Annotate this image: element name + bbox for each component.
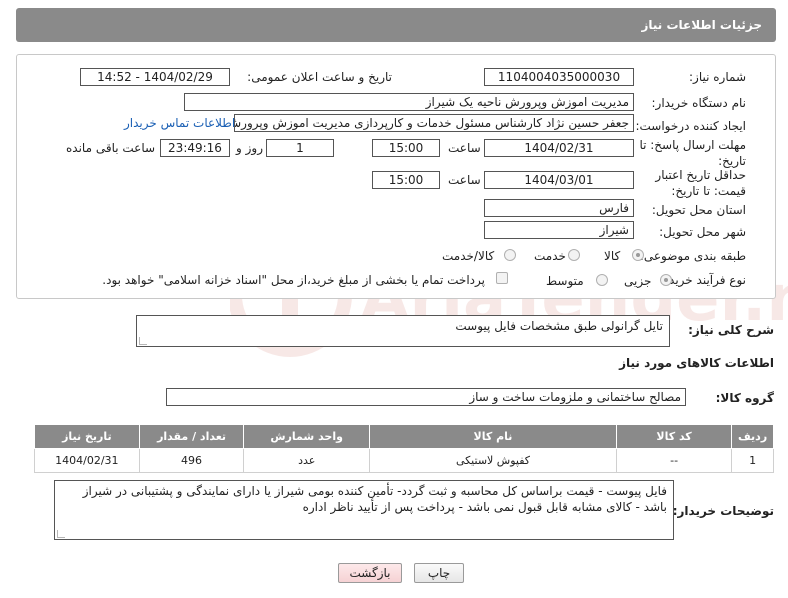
page-header: جزئیات اطلاعات نیاز (16, 8, 776, 42)
price-validity-time-field[interactable]: 15:00 (372, 171, 440, 189)
description-textarea[interactable]: تایل گرانولی طبق مشخصات فایل پیوست (136, 315, 670, 347)
cell-code: -- (615, 448, 733, 473)
goods-table: ردیف کد کالا نام کالا واحد شمارش تعداد /… (34, 424, 774, 473)
requester-label: ایجاد کننده درخواست: (635, 119, 746, 133)
treasury-payment-checkbox[interactable] (496, 272, 508, 284)
deadline-date-field[interactable]: 1404/02/31 (484, 139, 634, 157)
city-label: شهر محل تحویل: (659, 225, 746, 239)
category-option-service: خدمت (534, 249, 566, 263)
goods-info-title: اطلاعات کالاهای مورد نیاز (619, 356, 774, 370)
process-radio-medium[interactable] (596, 274, 608, 286)
col-date: تاریخ نیاز (34, 424, 140, 449)
cell-unit: عدد (243, 448, 370, 473)
deadline-label: مهلت ارسال پاسخ: تا تاریخ: (639, 138, 746, 168)
need-number-label: شماره نیاز: (689, 70, 746, 84)
remaining-time-label: ساعت باقی مانده (66, 141, 156, 155)
page-title: جزئیات اطلاعات نیاز (641, 18, 762, 32)
goods-group-label: گروه کالا: (715, 391, 774, 405)
category-option-goods-service: کالا/خدمت (442, 249, 495, 263)
need-number-field[interactable]: 1104004035000030 (484, 68, 634, 86)
description-label: شرح کلی نیاز: (688, 323, 774, 337)
description-text: تایل گرانولی طبق مشخصات فایل پیوست (455, 319, 663, 333)
col-qty: تعداد / مقدار (138, 424, 245, 449)
category-option-goods: کالا (604, 249, 621, 263)
province-field[interactable]: فارس (484, 199, 634, 217)
announce-date-field[interactable]: 1404/02/29 - 14:52 (80, 68, 230, 86)
back-button[interactable]: بازگشت (338, 563, 402, 583)
resize-grip-icon[interactable] (57, 530, 65, 538)
buyer-notes-textarea[interactable]: فایل پیوست - قیمت براساس کل محاسبه و ثبت… (54, 480, 674, 540)
col-row: ردیف (731, 424, 774, 449)
process-option-minor: جزیی (624, 274, 652, 288)
deadline-time-field[interactable]: 15:00 (372, 139, 440, 157)
cell-date: 1404/02/31 (34, 448, 140, 473)
days-label: روز و (236, 141, 263, 155)
col-code: کد کالا (615, 424, 733, 449)
cell-row: 1 (731, 448, 774, 473)
requester-field[interactable]: جعفر حسین نژاد کارشناس مسئول خدمات و کار… (234, 114, 634, 132)
announce-date-label: تاریخ و ساعت اعلان عمومی: (247, 70, 392, 84)
treasury-payment-note: پرداخت تمام یا بخشی از مبلغ خرید،از محل … (102, 273, 485, 287)
goods-group-field[interactable]: مصالح ساختمانی و ملزومات ساخت و ساز (166, 388, 686, 406)
remaining-time-field[interactable]: 23:49:16 (160, 139, 230, 157)
buyer-org-field[interactable]: مدیریت اموزش وپرورش ناحیه یک شیراز (184, 93, 634, 111)
table-row[interactable]: 1 -- کفپوش لاستیکی عدد 496 1404/02/31 (34, 448, 774, 473)
col-unit: واحد شمارش (243, 424, 370, 449)
category-radio-service[interactable] (568, 249, 580, 261)
category-label: طبقه بندی موضوعی: (639, 249, 746, 263)
goods-table-header: ردیف کد کالا نام کالا واحد شمارش تعداد /… (34, 424, 774, 449)
category-radio-goods[interactable] (632, 249, 644, 261)
price-validity-time-label: ساعت (448, 173, 481, 187)
col-name: نام کالا (368, 424, 618, 449)
cell-qty: 496 (138, 448, 245, 473)
cell-name: کفپوش لاستیکی (368, 448, 618, 473)
process-radio-minor[interactable] (660, 274, 672, 286)
purchase-process-label: نوع فرآیند خرید : (661, 273, 746, 287)
price-validity-label: حداقل تاریخ اعتبار قیمت: تا تاریخ: (655, 168, 746, 198)
buyer-contact-link[interactable]: اطلاعات تماس خریدار (124, 116, 235, 130)
province-label: استان محل تحویل: (651, 203, 746, 217)
category-radio-goods-service[interactable] (504, 249, 516, 261)
price-validity-date-field[interactable]: 1404/03/01 (484, 171, 634, 189)
deadline-days-field[interactable]: 1 (266, 139, 334, 157)
process-option-medium: متوسط (546, 274, 584, 288)
deadline-time-label: ساعت (448, 141, 481, 155)
print-button[interactable]: چاپ (414, 563, 464, 583)
city-field[interactable]: شیراز (484, 221, 634, 239)
resize-grip-icon[interactable] (139, 337, 147, 345)
buyer-notes-text: فایل پیوست - قیمت براساس کل محاسبه و ثبت… (82, 484, 667, 514)
buyer-notes-label: توضیحات خریدار: (672, 504, 774, 518)
buyer-org-label: نام دستگاه خریدار: (651, 96, 747, 110)
